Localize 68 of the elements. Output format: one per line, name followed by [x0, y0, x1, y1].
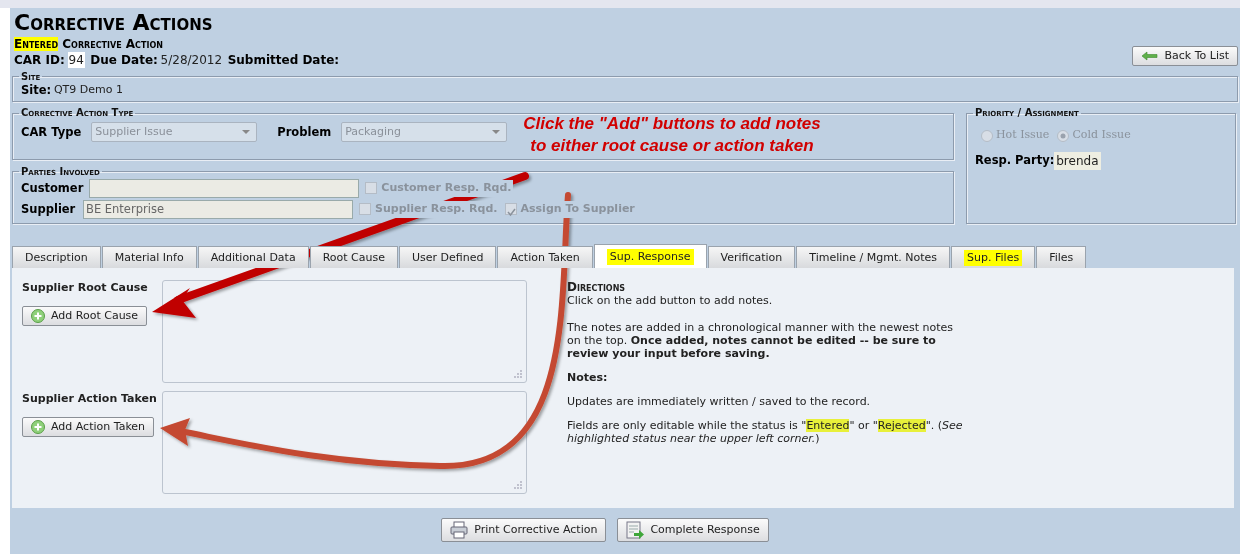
directions-paragraph: Updates are immediately written / saved to the record. [567, 395, 872, 409]
annotation-text: Click the "Add" buttons to add notes to either root cause or action taken [522, 113, 822, 157]
group-legend: Parties Involved [19, 165, 102, 178]
caret-icon [242, 130, 251, 135]
document-arrow-icon [626, 521, 645, 540]
complete-response-button[interactable]: Complete Response [617, 518, 769, 543]
notes-field[interactable] [162, 391, 527, 495]
group-legend: Priority / Assignment [973, 107, 1081, 120]
radio-label: Hot Issue [996, 127, 1050, 144]
page-title: Corrective Actions [13, 10, 214, 36]
field-value: brenda [1054, 151, 1101, 170]
back-to-list-button[interactable]: Back To List [1132, 46, 1238, 66]
field-label: CAR ID: [14, 52, 65, 68]
radio-button[interactable] [981, 129, 993, 142]
group-legend: Site [19, 70, 43, 83]
directions-paragraph: Notes: [567, 371, 609, 385]
checkbox[interactable] [504, 203, 517, 216]
tab[interactable]: Material Info [101, 246, 197, 269]
tab[interactable]: Timeline / Mgmt. Notes [796, 246, 951, 269]
radio-button[interactable] [1057, 129, 1070, 142]
group-legend: Corrective Action Type [19, 107, 136, 120]
check-icon [505, 207, 516, 218]
tab[interactable]: Additional Data [197, 246, 309, 269]
field-value: 5/28/2012 [160, 52, 223, 68]
radio-label: Cold Issue [1072, 127, 1131, 144]
checkbox[interactable] [359, 203, 371, 216]
tab[interactable]: Root Cause [309, 246, 398, 269]
directions-heading: Directions [567, 280, 627, 295]
directions-paragraph: The notes are added in a chronological manner with the newest notes on the top. Once added, notes cannot be edited -- be sure to review your input before saving. [567, 321, 954, 361]
field-label: Due Date: [90, 52, 158, 68]
resize-grip-icon [513, 369, 523, 380]
field-label: Customer [21, 180, 84, 196]
resize-grip-icon [513, 480, 523, 491]
field-value: QT9 Demo 1 [53, 81, 123, 98]
section-label: Supplier Root Cause [22, 280, 149, 297]
add-button[interactable]: Add Action Taken [22, 416, 155, 437]
checkbox-label: Assign To Supplier [519, 201, 636, 218]
field-label: CAR Type [21, 123, 82, 141]
caret-icon [492, 130, 501, 135]
tab[interactable]: Description [12, 246, 101, 269]
checkbox-label: Supplier Resp. Rqd. [374, 201, 499, 218]
text-field[interactable] [89, 178, 360, 198]
plus-icon [31, 308, 45, 323]
directions-paragraph: Fields are only editable while the status is "Entered" or "Rejected". (See highlighted status near the upper left corner.) [567, 419, 964, 446]
section-label: Supplier Action Taken [22, 391, 158, 408]
field-value: 94 [67, 52, 85, 68]
field-label: Site: [21, 81, 52, 99]
notes-field[interactable] [162, 280, 527, 384]
field-label: Supplier [21, 201, 77, 217]
add-button[interactable]: Add Root Cause [22, 305, 148, 326]
tab[interactable]: Files [1036, 246, 1087, 269]
field-label: Submitted Date: [227, 52, 340, 68]
tab[interactable]: User Defined [398, 246, 497, 269]
text-field[interactable]: BE Enterprise [83, 199, 353, 219]
back-arrow-icon [1141, 51, 1159, 61]
tab[interactable]: Sup. Response [593, 244, 707, 269]
print-button[interactable]: Print Corrective Action [441, 518, 607, 543]
tab[interactable]: Verification [707, 246, 796, 269]
plus-icon [31, 419, 45, 434]
printer-icon [450, 521, 469, 540]
directions-paragraph: Click on the add button to add notes. [567, 294, 774, 308]
checkbox[interactable] [365, 182, 378, 195]
field-label: Resp. Party: [975, 152, 1055, 170]
tab[interactable]: Sup. Files [951, 246, 1036, 269]
tab[interactable]: Action Taken [497, 246, 593, 269]
field-label: Problem [277, 123, 332, 141]
checkbox-label: Customer Resp. Rqd. [380, 180, 513, 197]
status-heading: Entered Corrective Action [13, 36, 164, 52]
